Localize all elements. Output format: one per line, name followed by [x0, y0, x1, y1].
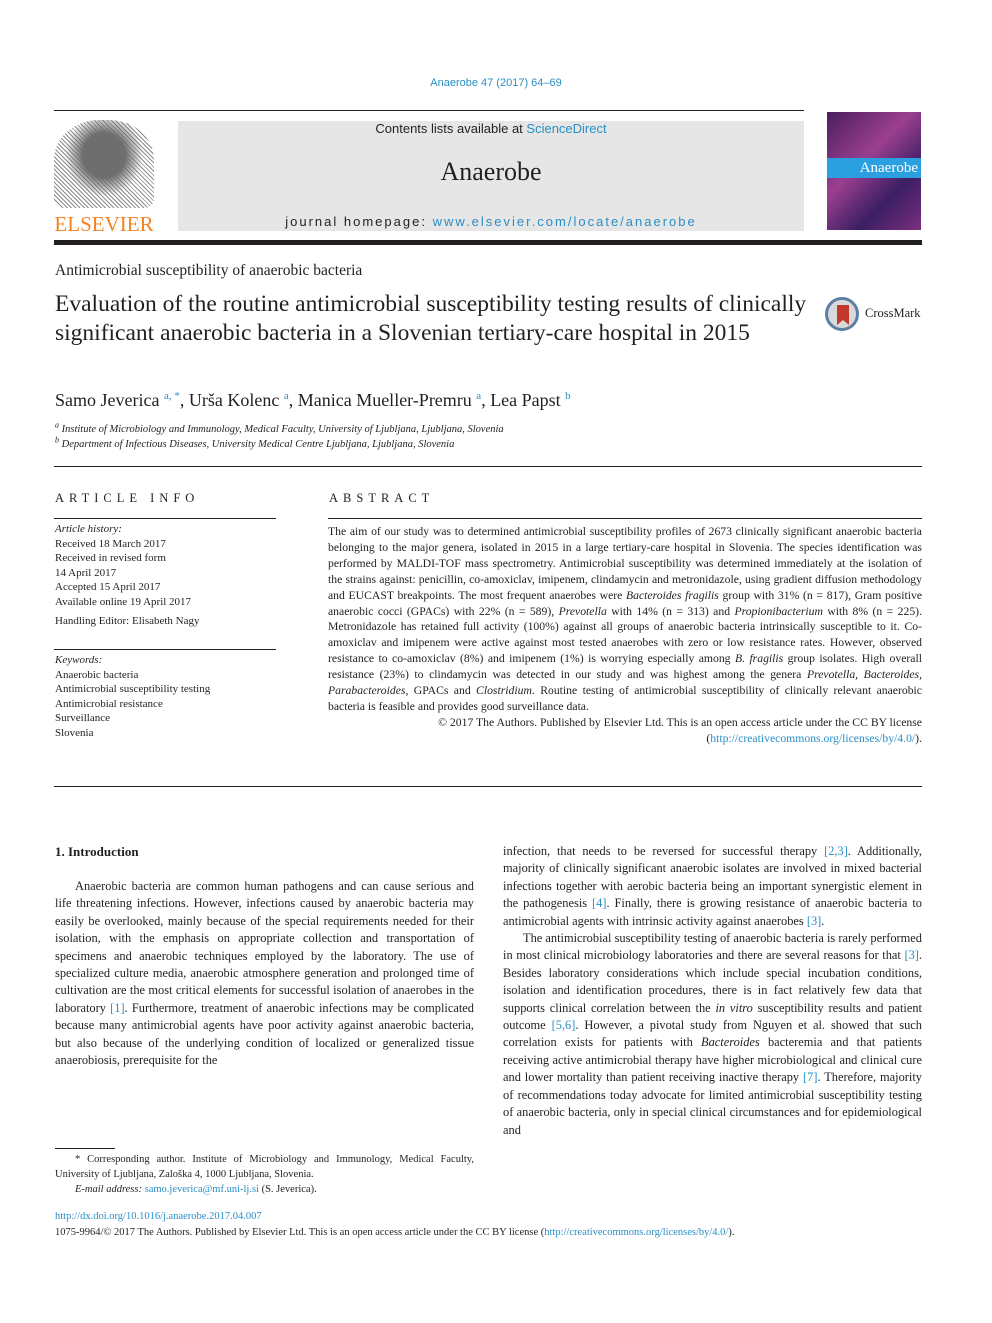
keywords-label: Keywords:: [55, 654, 103, 666]
footer-license: 1075-9964/© 2017 The Authors. Published …: [55, 1227, 735, 1238]
publisher-name: ELSEVIER: [54, 212, 154, 236]
divider: [54, 466, 922, 467]
contents-prefix: Contents lists available at: [375, 121, 527, 136]
author-affil-link[interactable]: a: [284, 390, 289, 402]
keyword: Anaerobic bacteria: [55, 668, 139, 681]
author-list: Samo Jeverica a, *, Urša Kolenc a, Manic…: [55, 390, 571, 410]
history-item: Available online 19 April 2017: [55, 595, 192, 608]
paragraph: The antimicrobial susceptibility testing…: [503, 931, 922, 1137]
keyword: Antimicrobial susceptibility testing: [55, 683, 211, 695]
journal-title: Anaerobe: [440, 157, 542, 186]
reference-link[interactable]: [1]: [110, 1001, 124, 1015]
section-heading-introduction: 1. Introduction: [55, 844, 139, 859]
homepage-link[interactable]: www.elsevier.com/locate/anaerobe: [433, 214, 697, 229]
sciencedirect-link[interactable]: ScienceDirect: [526, 121, 606, 136]
contents-line: Contents lists available at ScienceDirec…: [178, 121, 804, 136]
reference-link[interactable]: [3]: [807, 914, 821, 928]
license-link[interactable]: http://creativecommons.org/licenses/by/4…: [710, 732, 915, 745]
crossmark-button[interactable]: CrossMark: [825, 297, 935, 335]
journal-masthead: Contents lists available at ScienceDirec…: [178, 121, 804, 231]
divider-thick: [54, 240, 922, 245]
intro-left-column: Anaerobic bacteria are common human path…: [55, 878, 474, 1069]
author: Manica Mueller-Premru: [297, 390, 472, 410]
homepage-prefix: journal homepage:: [285, 214, 433, 229]
divider: [54, 786, 922, 787]
journal-citation[interactable]: Anaerobe 47 (2017) 64–69: [0, 77, 992, 89]
history-item: Received in revised form: [55, 552, 166, 564]
journal-cover-image: Anaerobe: [827, 112, 921, 230]
history-item: Accepted 15 April 2017: [55, 581, 161, 593]
affiliation: b Department of Infectious Diseases, Uni…: [55, 435, 455, 450]
author-affil-link[interactable]: b: [565, 390, 571, 402]
reference-link[interactable]: [4]: [592, 896, 606, 910]
handling-editor: Handling Editor: Elisabeth Nagy: [55, 615, 200, 627]
divider: [54, 110, 804, 111]
crossmark-icon: [825, 297, 859, 331]
author: Samo Jeverica: [55, 390, 160, 410]
affil-key: a: [55, 420, 59, 430]
email-line: E-mail address: samo.jeverica@mf.uni-lj.…: [75, 1184, 317, 1195]
author: Urša Kolenc: [188, 390, 280, 410]
elsevier-logo: ELSEVIER: [52, 120, 156, 236]
intro-right-column: infection, that needs to be reversed for…: [503, 843, 922, 1139]
email-link[interactable]: samo.jeverica@mf.uni-lj.si: [145, 1184, 259, 1195]
journal-homepage: journal homepage: www.elsevier.com/locat…: [178, 214, 804, 229]
paragraph: infection, that needs to be reversed for…: [503, 844, 923, 928]
reference-link[interactable]: [3]: [904, 948, 918, 962]
doi-link[interactable]: http://dx.doi.org/10.1016/j.anaerobe.201…: [55, 1211, 262, 1222]
crossmark-label: CrossMark: [865, 306, 921, 320]
author-affil-link[interactable]: a, *: [164, 390, 180, 402]
abstract-heading: ABSTRACT: [329, 491, 435, 505]
divider: [54, 649, 276, 650]
article-title: Evaluation of the routine antimicrobial …: [55, 291, 807, 346]
footnote: * Corresponding author. Institute of Mic…: [55, 1152, 474, 1197]
divider: [328, 518, 922, 519]
history-label: Article history:: [55, 523, 122, 535]
citation-link[interactable]: Anaerobe 47 (2017) 64–69: [430, 77, 562, 89]
article-history: Article history: Received 18 March 2017 …: [55, 522, 277, 629]
tree-icon: [54, 120, 154, 208]
affil-text: Department of Infectious Diseases, Unive…: [61, 439, 455, 450]
abstract-body: The aim of our study was to determined a…: [328, 524, 922, 747]
keyword: Surveillance: [55, 712, 110, 724]
divider: [54, 518, 276, 519]
author: Lea Papst: [490, 390, 561, 410]
history-item: 14 April 2017: [55, 566, 117, 579]
affil-key: b: [55, 435, 59, 445]
history-item: Received 18 March 2017: [55, 537, 166, 550]
corresponding-author: * Corresponding author. Institute of Mic…: [55, 1154, 474, 1180]
affiliation: a Institute of Microbiology and Immunolo…: [55, 420, 504, 435]
reference-link[interactable]: [2,3]: [824, 844, 848, 858]
reference-link[interactable]: [5,6]: [552, 1018, 576, 1032]
affil-text: Institute of Microbiology and Immunology…: [61, 424, 504, 435]
paragraph: Anaerobic bacteria are common human path…: [55, 879, 475, 1068]
article-section: Antimicrobial susceptibility of anaerobi…: [55, 262, 363, 279]
article-info-heading: ARTICLE INFO: [55, 491, 200, 505]
abstract-text: The aim of our study was to determined a…: [328, 525, 923, 713]
cover-title: Anaerobe: [827, 158, 921, 178]
keywords: Keywords: Anaerobic bacteria Antimicrobi…: [55, 653, 277, 740]
author-affil-link[interactable]: a: [476, 390, 481, 402]
footnote-divider: [55, 1148, 115, 1149]
abstract-copyright: © 2017 The Authors. Published by Elsevie…: [438, 715, 922, 745]
doi[interactable]: http://dx.doi.org/10.1016/j.anaerobe.201…: [55, 1211, 262, 1222]
footer-license-link[interactable]: http://creativecommons.org/licenses/by/4…: [544, 1227, 728, 1238]
reference-link[interactable]: [7]: [803, 1070, 817, 1084]
keyword: Antimicrobial resistance: [55, 697, 163, 710]
keyword: Slovenia: [55, 726, 94, 739]
